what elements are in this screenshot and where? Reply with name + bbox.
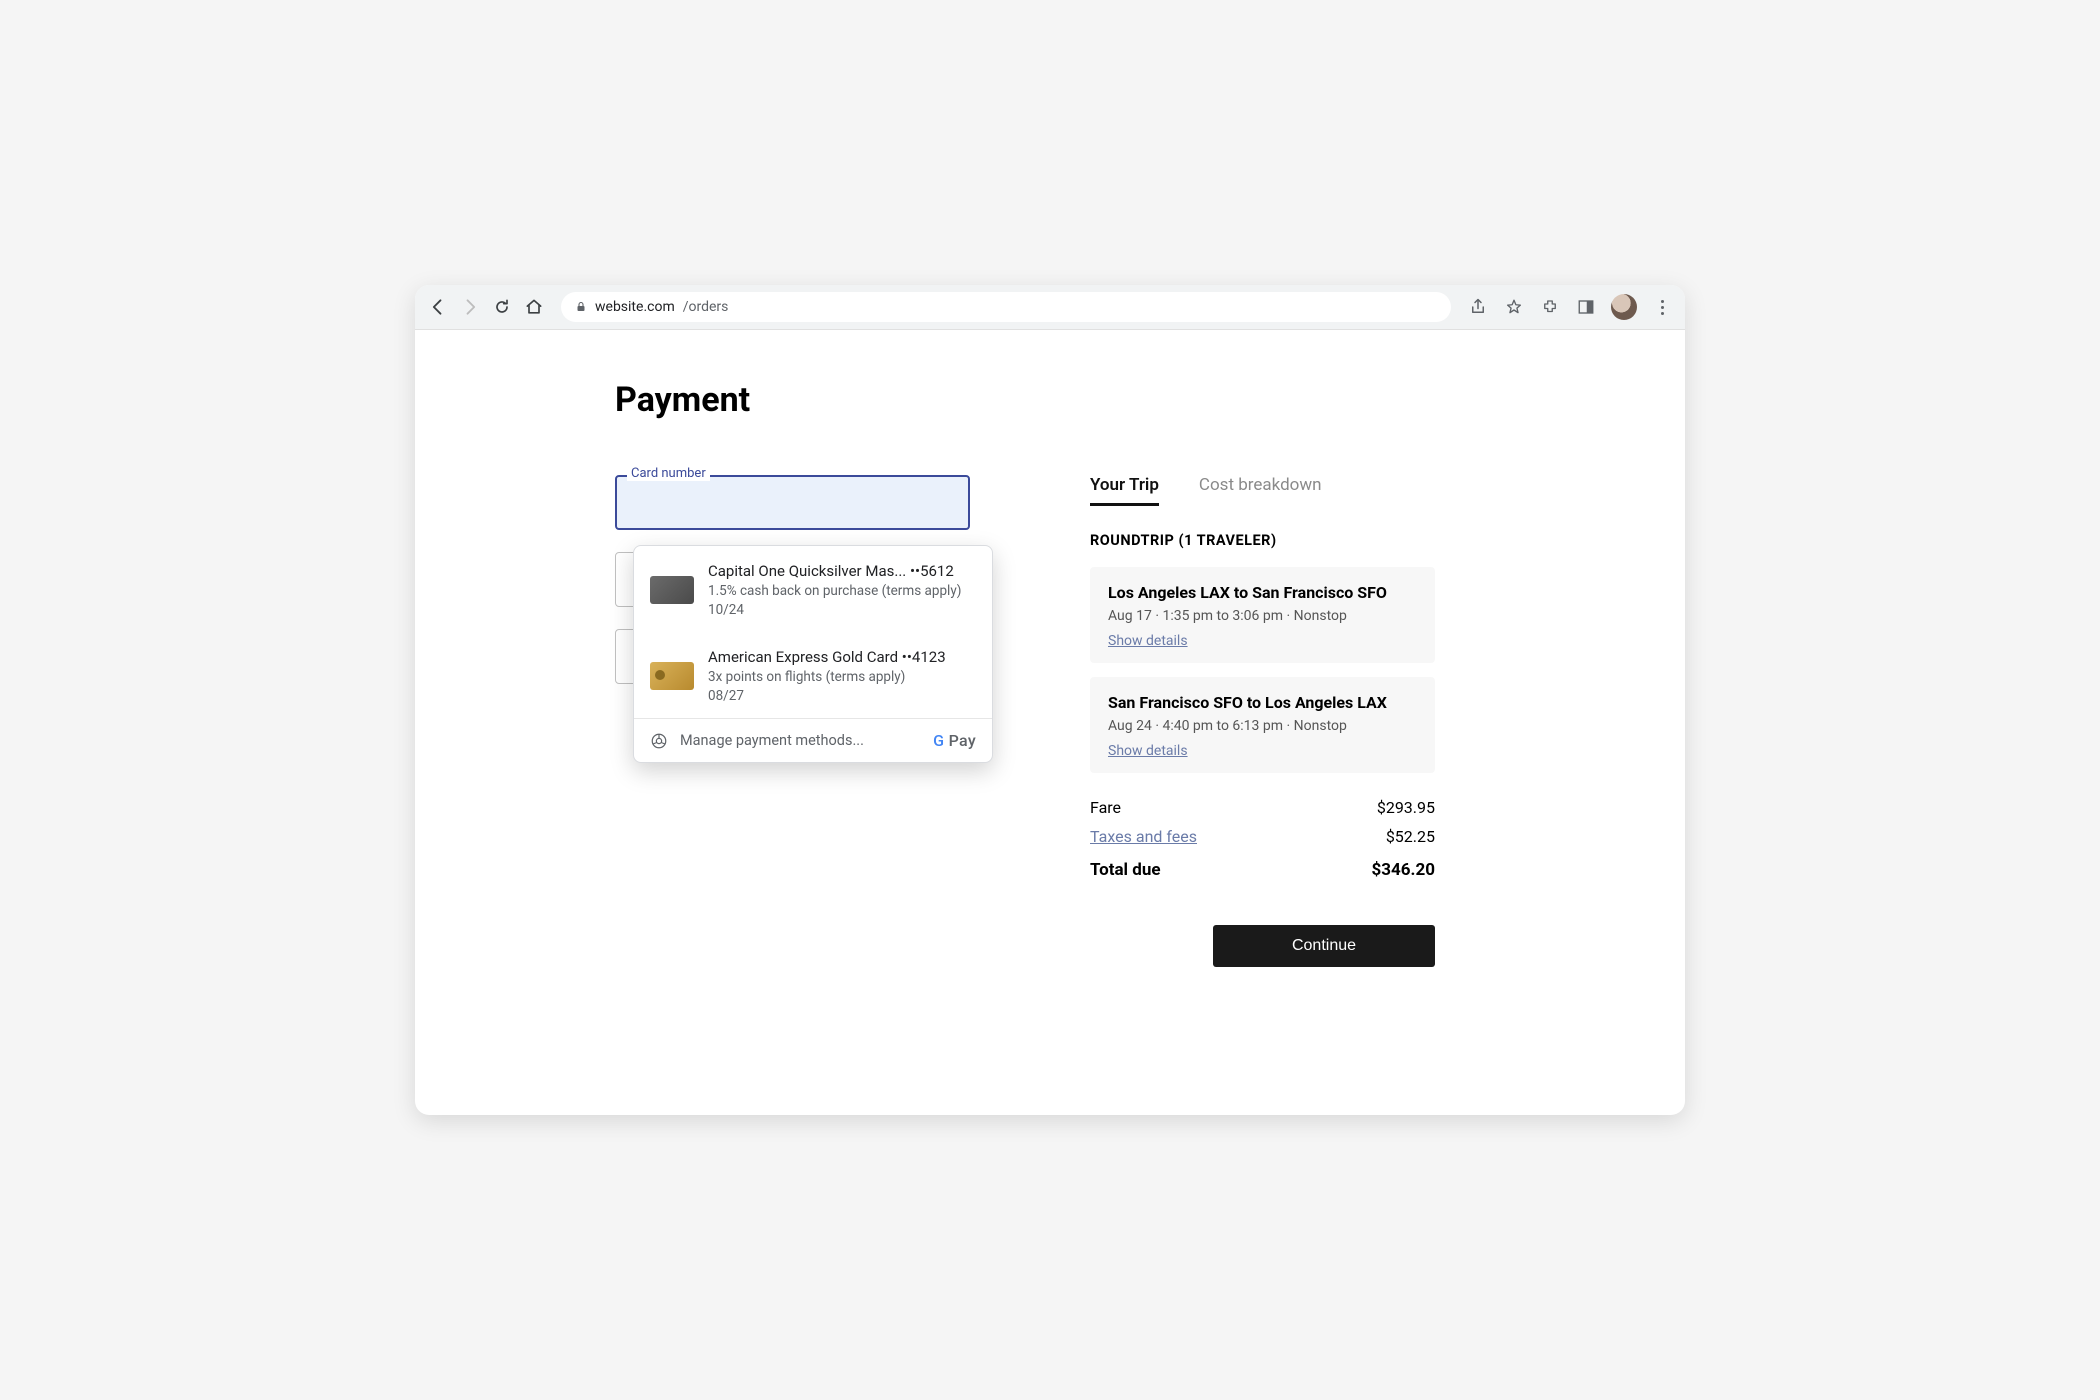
flight-route: San Francisco SFO to Los Angeles LAX [1108, 693, 1417, 712]
total-label: Total due [1090, 860, 1161, 880]
card-text: Capital One Quicksilver Mas... ••5612 1.… [708, 562, 961, 618]
price-row-fare: Fare $293.95 [1090, 793, 1435, 822]
card-art-icon [650, 662, 694, 690]
payment-form: Card number Capital One Quicksilver Mas.… [615, 475, 970, 967]
card-expiry: 10/24 [708, 602, 961, 618]
trip-header: ROUNDTRIP (1 TRAVELER) [1090, 532, 1435, 549]
show-details-link[interactable]: Show details [1108, 633, 1188, 649]
gpay-logo: G Pay [933, 731, 976, 750]
card-art-icon [650, 576, 694, 604]
card-benefit: 1.5% cash back on purchase (terms apply) [708, 583, 961, 599]
manage-payment-link[interactable]: Manage payment methods... [680, 732, 864, 749]
continue-button[interactable]: Continue [1213, 925, 1435, 967]
extensions-icon[interactable] [1539, 296, 1561, 318]
page-title: Payment [615, 380, 1485, 420]
home-icon[interactable] [523, 296, 545, 318]
show-details-link[interactable]: Show details [1108, 743, 1188, 759]
address-bar[interactable]: website.com/orders [561, 292, 1451, 322]
flight-card: San Francisco SFO to Los Angeles LAX Aug… [1090, 677, 1435, 773]
star-icon[interactable] [1503, 296, 1525, 318]
card-title: Capital One Quicksilver Mas... ••5612 [708, 562, 961, 580]
forward-icon[interactable] [459, 296, 481, 318]
fare-label: Fare [1090, 798, 1121, 817]
flight-meta: Aug 17 · 1:35 pm to 3:06 pm · Nonstop [1108, 608, 1417, 624]
trip-summary: Your Trip Cost breakdown ROUNDTRIP (1 TR… [1090, 475, 1435, 967]
page-content: Payment Card number Capital One Quicksil… [415, 330, 1685, 1115]
flight-card: Los Angeles LAX to San Francisco SFO Aug… [1090, 567, 1435, 663]
tab-your-trip[interactable]: Your Trip [1090, 475, 1159, 506]
browser-toolbar: website.com/orders [415, 285, 1685, 330]
tabs: Your Trip Cost breakdown [1090, 475, 1435, 506]
taxes-value: $52.25 [1386, 827, 1435, 846]
columns: Card number Capital One Quicksilver Mas.… [615, 475, 1485, 967]
kebab-menu-icon[interactable] [1651, 296, 1673, 318]
tab-cost-breakdown[interactable]: Cost breakdown [1199, 475, 1322, 506]
price-table: Fare $293.95 Taxes and fees $52.25 Total… [1090, 793, 1435, 885]
chrome-icon [650, 732, 668, 750]
taxes-fees-link[interactable]: Taxes and fees [1090, 827, 1197, 846]
back-icon[interactable] [427, 296, 449, 318]
card-title: American Express Gold Card ••4123 [708, 648, 946, 666]
browser-window: website.com/orders Payment [415, 285, 1685, 1115]
autofill-popup: Capital One Quicksilver Mas... ••5612 1.… [633, 545, 993, 763]
sidepanel-icon[interactable] [1575, 296, 1597, 318]
flight-route: Los Angeles LAX to San Francisco SFO [1108, 583, 1417, 602]
profile-avatar[interactable] [1611, 294, 1637, 320]
card-benefit: 3x points on flights (terms apply) [708, 669, 946, 685]
share-icon[interactable] [1467, 296, 1489, 318]
reload-icon[interactable] [491, 296, 513, 318]
fare-value: $293.95 [1377, 798, 1435, 817]
autofill-footer: Manage payment methods... G Pay [634, 718, 992, 762]
total-value: $346.20 [1372, 860, 1435, 880]
flight-meta: Aug 24 · 4:40 pm to 6:13 pm · Nonstop [1108, 718, 1417, 734]
card-number-field: Card number [615, 475, 970, 530]
autofill-card-1[interactable]: Capital One Quicksilver Mas... ••5612 1.… [634, 546, 992, 632]
url-path: /orders [683, 299, 729, 315]
card-text: American Express Gold Card ••4123 3x poi… [708, 648, 946, 704]
price-row-taxes: Taxes and fees $52.25 [1090, 822, 1435, 851]
url-host: website.com [595, 299, 675, 315]
card-number-label: Card number [627, 466, 710, 481]
autofill-card-2[interactable]: American Express Gold Card ••4123 3x poi… [634, 632, 992, 718]
card-number-input[interactable] [615, 475, 970, 530]
lock-icon [575, 300, 587, 314]
card-expiry: 08/27 [708, 688, 946, 704]
toolbar-right [1467, 294, 1673, 320]
price-row-total: Total due $346.20 [1090, 855, 1435, 885]
